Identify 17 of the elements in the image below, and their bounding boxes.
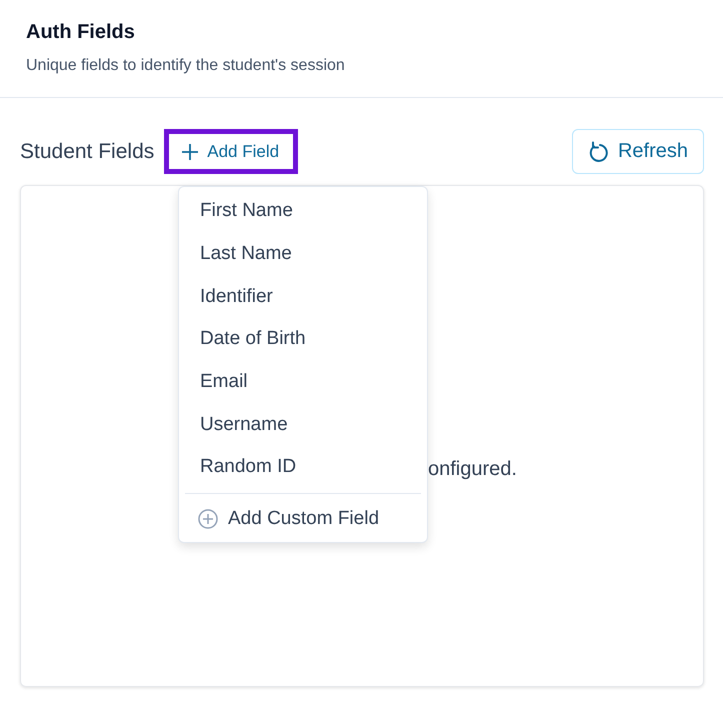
- add-field-button[interactable]: Add Field: [164, 129, 298, 174]
- menu-item[interactable]: Date of Birth: [179, 318, 427, 361]
- page-title: Auth Fields: [26, 21, 136, 44]
- page-subtitle: Unique fields to identify the student's session: [26, 57, 346, 75]
- refresh-icon: [588, 140, 608, 162]
- menu-item[interactable]: First Name: [179, 190, 427, 233]
- menu-item[interactable]: Random ID: [179, 446, 427, 489]
- menu-item[interactable]: Email: [179, 360, 427, 404]
- section-title: Student Fields: [20, 140, 154, 164]
- plus-circle-icon: [198, 508, 218, 529]
- plus-icon: [181, 142, 200, 160]
- add-custom-field-item[interactable]: Add Custom Field: [185, 492, 421, 536]
- empty-message: onfigured.: [428, 458, 517, 481]
- menu-item[interactable]: Last Name: [179, 232, 427, 276]
- menu-item[interactable]: Username: [179, 403, 427, 446]
- menu-item[interactable]: Identifier: [179, 275, 427, 318]
- refresh-button[interactable]: Refresh: [572, 129, 704, 174]
